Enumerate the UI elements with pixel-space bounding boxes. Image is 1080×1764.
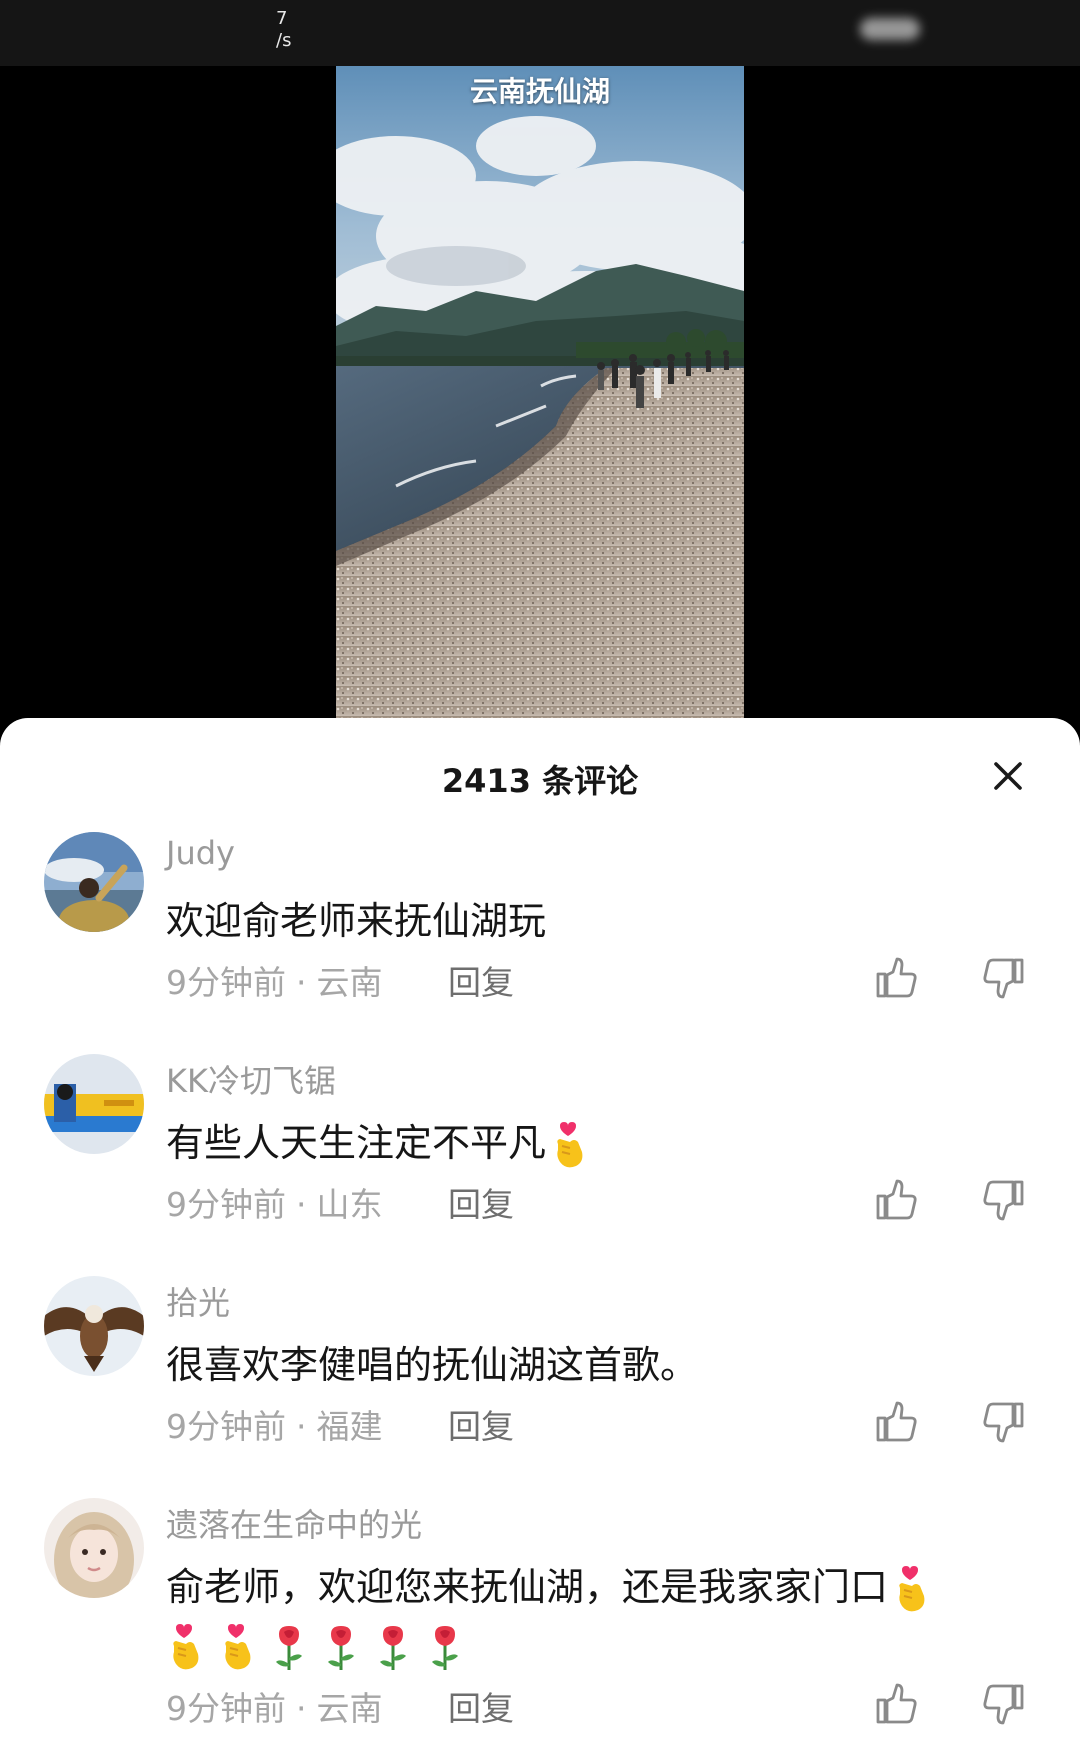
comment-meta: 9分钟前 · 福建	[166, 1400, 383, 1448]
avatar[interactable]	[44, 832, 144, 932]
like-button[interactable]	[874, 1400, 922, 1448]
thumbs-up-icon	[876, 957, 917, 998]
reply-button[interactable]: 回复	[448, 1682, 514, 1730]
thumbs-down-icon	[983, 958, 1024, 999]
avatar[interactable]	[44, 1276, 144, 1376]
avatar[interactable]	[44, 1054, 144, 1154]
comment-text-content: 俞老师，欢迎您来抚仙湖，还是我家家门口	[166, 1565, 889, 1609]
rose-emoji	[328, 1625, 354, 1670]
comment-location: 山东	[316, 1185, 383, 1224]
dislike-button[interactable]	[982, 1682, 1030, 1730]
comment-item: Judy 欢迎俞老师来抚仙湖玩 9分钟前 · 云南 回复	[0, 832, 1080, 1042]
reply-button[interactable]: 回复	[448, 1400, 514, 1448]
rose-emoji	[380, 1625, 406, 1670]
status-icons-blurred	[860, 18, 920, 40]
meta-separator: ·	[296, 1689, 307, 1728]
video-frame-scenery	[336, 66, 744, 718]
comments-sheet: 2413 条评论 Judy 欢迎俞老师来抚仙湖玩 9分钟前 · 云南 回复 KK…	[0, 718, 1080, 1764]
like-button[interactable]	[874, 1682, 922, 1730]
finger-heart-emoji	[173, 1623, 199, 1669]
comment-text: 欢迎俞老师来抚仙湖玩	[166, 899, 547, 943]
finger-heart-emoji	[557, 1121, 583, 1167]
network-speed-value: 7	[276, 8, 288, 29]
rose-emoji	[276, 1625, 302, 1670]
close-icon	[994, 762, 1022, 790]
comment-text: 很喜欢李健唱的抚仙湖这首歌。	[166, 1343, 699, 1387]
comment-username[interactable]: 拾光	[166, 1278, 230, 1324]
comment-text: 俞老师，欢迎您来抚仙湖，还是我家家门口	[166, 1558, 1026, 1616]
meta-separator: ·	[296, 1185, 307, 1224]
reply-button[interactable]: 回复	[448, 956, 514, 1004]
thumbs-down-icon	[983, 1402, 1024, 1443]
avatar-image	[44, 1498, 144, 1598]
finger-heart-emoji	[899, 1565, 925, 1611]
comment-emoji-line	[166, 1616, 1026, 1674]
rose-emoji	[432, 1625, 458, 1670]
comment-text-content: 有些人天生注定不平凡	[166, 1121, 547, 1165]
comment-item: KK冷切飞锯 有些人天生注定不平凡 9分钟前 · 山东 回复	[0, 1054, 1080, 1264]
status-bar: 7 /s	[0, 0, 1080, 66]
comment-time: 9分钟前	[166, 1407, 286, 1446]
like-button[interactable]	[874, 1178, 922, 1226]
finger-heart-emoji	[225, 1623, 251, 1669]
comments-header: 2413 条评论	[0, 718, 1080, 838]
comment-meta: 9分钟前 · 山东	[166, 1178, 383, 1226]
thumbs-up-icon	[876, 1401, 917, 1442]
network-speed-unit: /s	[276, 30, 292, 51]
close-button[interactable]	[985, 753, 1031, 799]
comment-username[interactable]: Judy	[166, 834, 235, 872]
avatar-image	[44, 1054, 144, 1154]
meta-separator: ·	[296, 963, 307, 1002]
comment-item: 遗落在生命中的光 俞老师，欢迎您来抚仙湖，还是我家家门口 9分钟前 · 云南 回复	[0, 1498, 1080, 1764]
comment-location: 云南	[316, 1689, 383, 1728]
comment-count-title: 2413 条评论	[441, 762, 639, 800]
thumbs-up-icon	[876, 1683, 917, 1724]
comment-time: 9分钟前	[166, 1689, 286, 1728]
comment-text: 有些人天生注定不平凡	[166, 1114, 1026, 1172]
comment-username[interactable]: KK冷切飞锯	[166, 1056, 336, 1102]
dislike-button[interactable]	[982, 956, 1030, 1004]
thumbs-down-icon	[983, 1180, 1024, 1221]
avatar[interactable]	[44, 1498, 144, 1598]
video-player[interactable]: 云南抚仙湖	[336, 66, 744, 718]
app-screen: 7 /s 云南抚仙湖 2413 条评论 Judy 欢迎俞老师来抚仙湖玩 9分钟前…	[0, 0, 1080, 1764]
comment-location: 福建	[316, 1407, 383, 1446]
reply-button[interactable]: 回复	[448, 1178, 514, 1226]
like-button[interactable]	[874, 956, 922, 1004]
comment-time: 9分钟前	[166, 963, 286, 1002]
dislike-button[interactable]	[982, 1178, 1030, 1226]
meta-separator: ·	[296, 1407, 307, 1446]
video-overlay-title: 云南抚仙湖	[469, 75, 610, 108]
comment-meta: 9分钟前 · 云南	[166, 956, 383, 1004]
comment-time: 9分钟前	[166, 1185, 286, 1224]
network-speed-indicator: 7 /s	[276, 8, 291, 52]
thumbs-down-icon	[983, 1684, 1024, 1725]
avatar-image	[44, 1276, 144, 1376]
comment-meta: 9分钟前 · 云南	[166, 1682, 383, 1730]
comment-location: 云南	[316, 963, 383, 1002]
dislike-button[interactable]	[982, 1400, 1030, 1448]
avatar-image	[44, 832, 144, 932]
comment-item: 拾光 很喜欢李健唱的抚仙湖这首歌。 9分钟前 · 福建 回复	[0, 1276, 1080, 1486]
comment-username[interactable]: 遗落在生命中的光	[166, 1500, 422, 1546]
thumbs-up-icon	[876, 1179, 917, 1220]
